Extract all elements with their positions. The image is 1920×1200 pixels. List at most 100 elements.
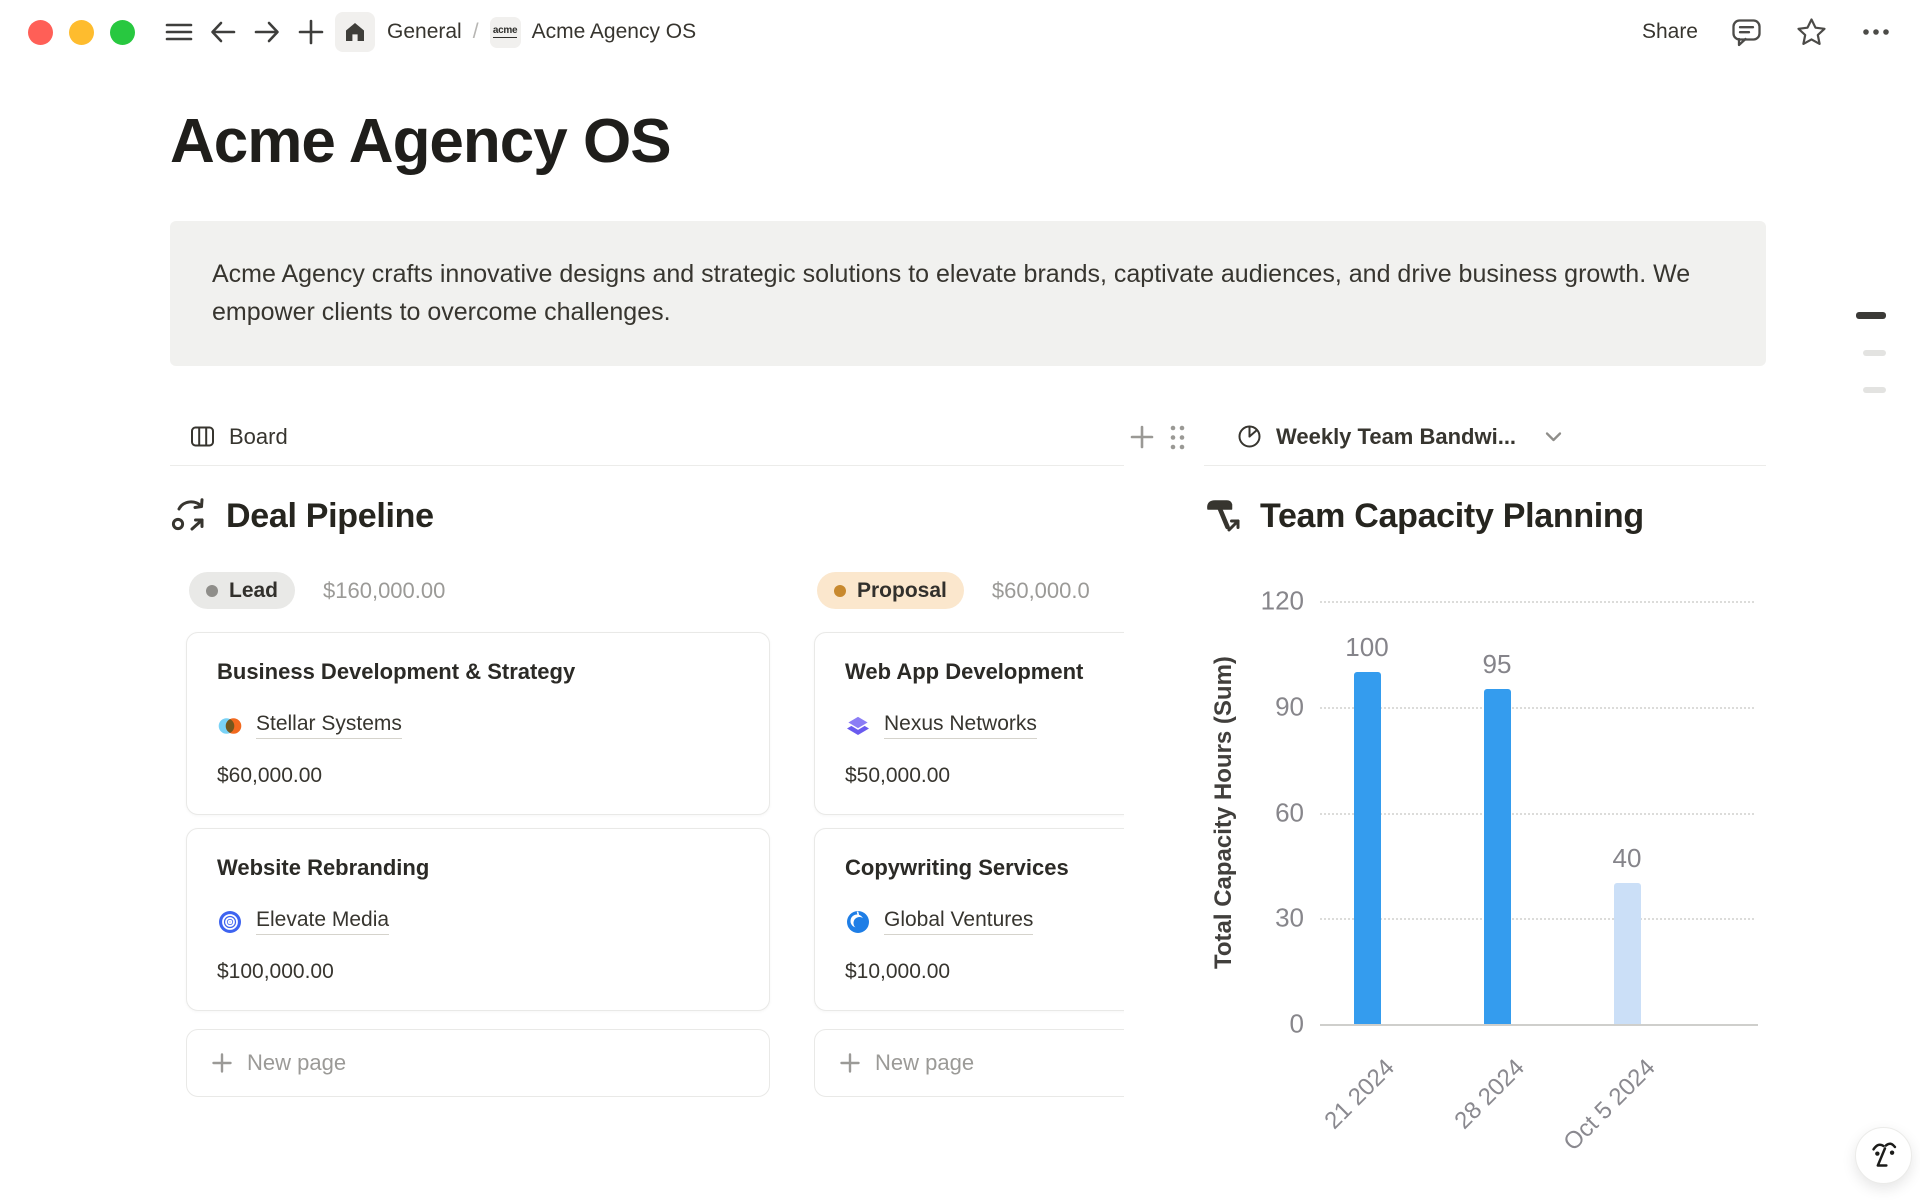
back-button[interactable] — [203, 12, 243, 52]
plus-icon — [1128, 423, 1156, 451]
linked-database-icon — [170, 496, 210, 536]
callout-block[interactable]: Acme Agency crafts innovative designs an… — [170, 221, 1766, 366]
home-button[interactable] — [335, 12, 375, 52]
breadcrumb-section[interactable]: General — [387, 20, 462, 44]
x-tick-label: 28 2024 — [1450, 1054, 1531, 1135]
deal-card[interactable]: Copywriting Services Global Ventures $10… — [814, 828, 1124, 1011]
chart-bar-Oct 5 2024[interactable] — [1614, 883, 1641, 1024]
hamburger-icon — [164, 20, 194, 44]
back-arrow-icon — [208, 17, 238, 47]
blue-swirl-icon — [845, 909, 871, 935]
card-amount: $10,000.00 — [845, 960, 1124, 984]
chevron-down-icon — [1543, 430, 1564, 444]
topbar-actions: Share — [1642, 16, 1892, 49]
toc-item-active[interactable] — [1856, 312, 1886, 319]
chart-section-title[interactable]: Team Capacity Planning — [1260, 497, 1644, 536]
comments-button[interactable] — [1730, 16, 1763, 49]
card-title: Website Rebranding — [217, 855, 739, 881]
views-row: Board Weekly Team Bandwi... — [170, 408, 1766, 466]
column-proposal: Proposal $60,000.0 Web App Development — [814, 572, 1124, 1097]
deal-pipeline-board: Deal Pipeline Lead $160,000.00 — [170, 466, 1124, 1128]
close-window-button[interactable] — [28, 20, 53, 45]
notion-ai-button[interactable] — [1855, 1127, 1912, 1184]
table-of-contents-indicator — [1856, 312, 1886, 393]
x-tick-label: Oct 5 2024 — [1558, 1054, 1661, 1157]
plus-icon — [297, 18, 325, 46]
status-badge-proposal[interactable]: Proposal — [817, 572, 964, 609]
status-dot — [834, 585, 846, 597]
x-axis-line — [1320, 1024, 1758, 1026]
page-title: Acme Agency OS — [170, 106, 1766, 177]
client-link[interactable]: Global Ventures — [884, 908, 1033, 935]
new-page-button[interactable]: New page — [814, 1029, 1124, 1097]
share-button[interactable]: Share — [1642, 20, 1698, 44]
page-icon[interactable]: acme — [490, 17, 521, 48]
board-view-icon — [189, 423, 216, 450]
plus-icon — [839, 1052, 861, 1074]
hammer-linked-icon — [1204, 496, 1244, 536]
client-link[interactable]: Stellar Systems — [256, 712, 402, 739]
comment-bubble-icon — [1730, 16, 1763, 49]
status-label: Lead — [229, 579, 278, 603]
column-sum: $60,000.0 — [992, 578, 1090, 604]
add-block-button[interactable] — [1128, 423, 1156, 451]
status-badge-lead[interactable]: Lead — [189, 572, 295, 609]
y-axis-title: Total Capacity Hours (Sum) — [1206, 601, 1242, 1024]
chart-view-selector[interactable]: Weekly Team Bandwi... — [1276, 424, 1516, 450]
star-icon — [1795, 16, 1828, 49]
board-section-title[interactable]: Deal Pipeline — [226, 497, 434, 536]
toc-item[interactable] — [1863, 350, 1886, 356]
chart-bar-28 2024[interactable] — [1484, 689, 1511, 1024]
venn-blue-orange-icon — [217, 713, 243, 739]
deal-card[interactable]: Website Rebranding Elevate Media $100,00… — [186, 828, 770, 1011]
deal-card[interactable]: Business Development & Strategy Stellar … — [186, 632, 770, 815]
breadcrumb: General / acme Acme Agency OS — [387, 17, 696, 48]
status-label: Proposal — [857, 579, 947, 603]
tab-board[interactable]: Board — [229, 424, 288, 450]
new-tab-button[interactable] — [291, 12, 331, 52]
more-options-button[interactable] — [1860, 16, 1892, 48]
home-icon — [343, 20, 367, 44]
zoom-window-button[interactable] — [110, 20, 135, 45]
breadcrumb-separator: / — [473, 20, 479, 44]
forward-button[interactable] — [247, 12, 287, 52]
column-sum: $160,000.00 — [323, 578, 445, 604]
gridline — [1320, 918, 1754, 920]
board-view-tab-bar: Board — [170, 408, 1124, 466]
bar-value-label: 100 — [1345, 632, 1388, 663]
card-amount: $50,000.00 — [845, 764, 1124, 788]
x-tick-label: 21 2024 — [1320, 1054, 1401, 1135]
acme-logo-icon: acme — [493, 26, 517, 38]
plus-icon — [211, 1052, 233, 1074]
client-link[interactable]: Elevate Media — [256, 908, 389, 935]
purple-stack-icon — [845, 713, 871, 739]
minimize-window-button[interactable] — [69, 20, 94, 45]
traffic-lights — [28, 20, 135, 45]
new-page-button[interactable]: New page — [186, 1029, 770, 1097]
breadcrumb-page-title[interactable]: Acme Agency OS — [532, 20, 697, 44]
board-columns: Lead $160,000.00 Business Development & … — [170, 572, 1124, 1097]
ellipsis-icon — [1860, 16, 1892, 48]
gridline — [1320, 707, 1754, 709]
client-link[interactable]: Nexus Networks — [884, 712, 1037, 739]
drag-handle[interactable] — [1166, 422, 1188, 453]
new-page-label: New page — [247, 1050, 346, 1076]
card-title: Copywriting Services — [845, 855, 1124, 881]
capacity-chart: 030609012010021 20249528 202440Oct 5 202… — [1204, 568, 1766, 1128]
favorite-button[interactable] — [1795, 16, 1828, 49]
drag-handle-icon — [1166, 422, 1188, 453]
gridline — [1320, 813, 1754, 815]
window-titlebar: General / acme Acme Agency OS Share — [0, 0, 1920, 64]
card-title: Business Development & Strategy — [217, 659, 739, 685]
sidebar-menu-button[interactable] — [159, 12, 199, 52]
bar-value-label: 95 — [1483, 649, 1512, 680]
bar-value-label: 40 — [1613, 843, 1642, 874]
deal-card[interactable]: Web App Development Nexus Networks $50,0… — [814, 632, 1124, 815]
toc-item[interactable] — [1863, 387, 1886, 393]
ai-face-icon — [1865, 1137, 1903, 1175]
chart-view-tab-bar: Weekly Team Bandwi... — [1204, 408, 1766, 466]
column-lead: Lead $160,000.00 Business Development & … — [186, 572, 770, 1097]
block-controls — [1124, 408, 1204, 466]
card-title: Web App Development — [845, 659, 1124, 685]
chart-bar-21 2024[interactable] — [1354, 672, 1381, 1025]
